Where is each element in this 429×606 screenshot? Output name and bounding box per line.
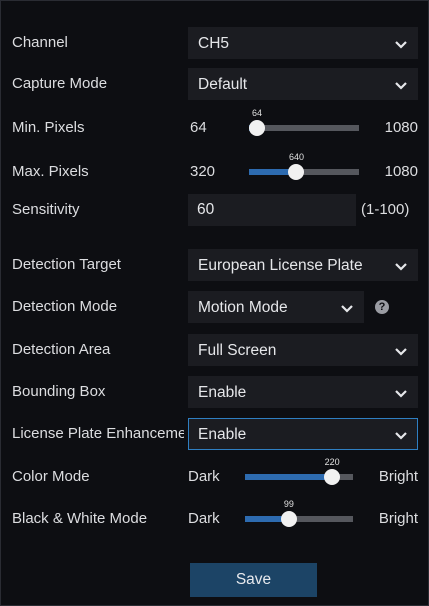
bw-mode-dark-label: Dark bbox=[188, 510, 220, 527]
detection-mode-select[interactable]: Motion Mode bbox=[188, 291, 364, 323]
bounding-box-label: Bounding Box bbox=[12, 383, 106, 400]
detection-mode-value: Motion Mode bbox=[198, 299, 288, 316]
detection-mode-row: Detection Mode Motion Mode ? bbox=[1, 291, 428, 323]
channel-select[interactable]: CH5 bbox=[188, 27, 418, 59]
slider-value-tip: 640 bbox=[288, 152, 304, 162]
color-mode-dark-label: Dark bbox=[188, 468, 220, 485]
sensitivity-label: Sensitivity bbox=[12, 201, 80, 218]
bw-mode-bright-label: Bright bbox=[378, 510, 418, 527]
min-pixels-max-value: 1080 bbox=[384, 119, 418, 136]
sensitivity-input[interactable] bbox=[188, 194, 356, 226]
max-pixels-min-value: 320 bbox=[190, 163, 216, 180]
min-pixels-label: Min. Pixels bbox=[12, 119, 85, 136]
plate-enhancement-value: Enable bbox=[198, 426, 247, 443]
slider-value-tip: 64 bbox=[251, 108, 263, 118]
color-mode-label: Color Mode bbox=[12, 468, 90, 485]
slider-value-tip: 99 bbox=[283, 499, 294, 509]
detection-area-row: Detection Area Full Screen bbox=[1, 334, 428, 366]
capture-mode-select[interactable]: Default bbox=[188, 68, 418, 100]
channel-row: Channel CH5 bbox=[1, 27, 428, 59]
max-pixels-slider[interactable]: 640 bbox=[249, 152, 359, 180]
detection-target-select[interactable]: European License Plate bbox=[188, 249, 418, 281]
plate-enhancement-select[interactable]: Enable bbox=[188, 418, 418, 450]
chevron-down-icon bbox=[395, 82, 407, 90]
plate-enhancement-row: License Plate Enhancement Enable bbox=[1, 418, 428, 450]
sensitivity-row: Sensitivity (1-100) bbox=[1, 194, 428, 226]
detection-target-value: European License Plate bbox=[198, 257, 363, 274]
plate-enhancement-label: License Plate Enhancement bbox=[12, 425, 184, 442]
color-mode-bright-label: Bright bbox=[378, 468, 418, 485]
bounding-box-row: Bounding Box Enable bbox=[1, 376, 428, 408]
chevron-down-icon bbox=[395, 432, 407, 440]
slider-handle[interactable] bbox=[280, 511, 297, 527]
capture-mode-value: Default bbox=[198, 76, 248, 93]
chevron-down-icon bbox=[395, 348, 407, 356]
chevron-down-icon bbox=[395, 263, 407, 271]
settings-panel: Channel CH5 Capture Mode Default Min. Pi… bbox=[0, 0, 429, 606]
bounding-box-value: Enable bbox=[198, 384, 247, 401]
capture-mode-row: Capture Mode Default bbox=[1, 68, 428, 100]
slider-fill bbox=[245, 474, 333, 480]
detection-target-control: European License Plate bbox=[1, 249, 428, 281]
bw-mode-slider[interactable]: 99 bbox=[245, 499, 353, 527]
slider-value-tip: 220 bbox=[324, 457, 340, 467]
detection-area-select[interactable]: Full Screen bbox=[188, 334, 418, 366]
color-mode-row: Color Mode Dark 220 Bright bbox=[1, 457, 428, 493]
slider-handle[interactable] bbox=[288, 164, 305, 180]
bw-mode-label: Black & White Mode bbox=[12, 510, 148, 527]
min-pixels-slider[interactable]: 64 bbox=[249, 108, 359, 136]
sensitivity-range-hint: (1-100) bbox=[361, 201, 410, 218]
min-pixels-min-value: 64 bbox=[190, 119, 207, 136]
capture-mode-label: Capture Mode bbox=[12, 75, 108, 92]
bounding-box-select[interactable]: Enable bbox=[188, 376, 418, 408]
min-pixels-row: Min. Pixels 64 64 1080 bbox=[1, 108, 428, 144]
detection-area-value: Full Screen bbox=[198, 342, 277, 359]
save-button[interactable]: Save bbox=[190, 563, 317, 597]
detection-area-label: Detection Area bbox=[12, 341, 111, 358]
channel-value: CH5 bbox=[198, 35, 230, 52]
slider-handle[interactable] bbox=[249, 120, 265, 136]
question-circle-icon[interactable]: ? bbox=[375, 300, 389, 314]
chevron-down-icon bbox=[395, 390, 407, 398]
color-mode-slider[interactable]: 220 bbox=[245, 457, 353, 485]
max-pixels-label: Max. Pixels bbox=[12, 163, 89, 180]
max-pixels-max-value: 1080 bbox=[384, 163, 418, 180]
channel-label: Channel bbox=[12, 34, 68, 51]
detection-mode-label: Detection Mode bbox=[12, 298, 118, 315]
bw-mode-row: Black & White Mode Dark 99 Bright bbox=[1, 499, 428, 535]
max-pixels-row: Max. Pixels 320 640 1080 bbox=[1, 152, 428, 188]
slider-handle[interactable] bbox=[324, 469, 341, 485]
chevron-down-icon bbox=[341, 305, 353, 313]
chevron-down-icon bbox=[395, 41, 407, 49]
